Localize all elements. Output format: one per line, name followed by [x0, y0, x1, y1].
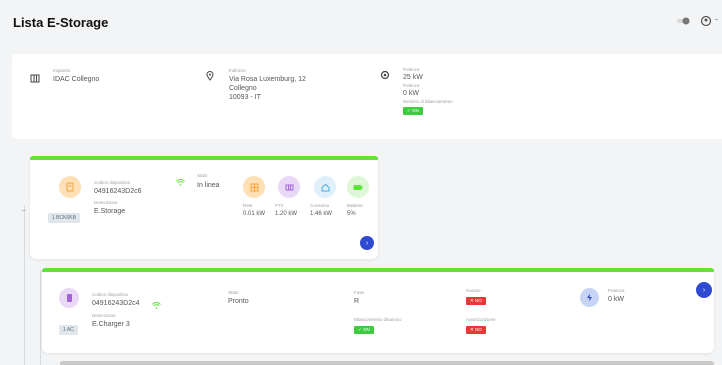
power-value-2: 0 kW [403, 90, 419, 97]
solar-icon [278, 176, 300, 198]
address-label: Indirizzo [229, 68, 246, 73]
tree-line [24, 205, 25, 365]
metric-battery-value: 5% [347, 211, 356, 217]
charger-code: 04916243D2c4 [92, 300, 140, 307]
storage-card-status-bar [30, 156, 378, 160]
site-info-card: Impianto IDAC Collegno Indirizzo Via Ros… [12, 54, 722, 139]
storage-code: 04916243D2c6 [94, 188, 142, 195]
next-card-peek [60, 361, 714, 365]
tree-connector [22, 210, 26, 211]
wifi-icon [176, 173, 185, 191]
power-label-2: Potenza [403, 83, 420, 88]
storage-card[interactable]: 1 BCK6KB Codice dispositivo 04916243D2c6… [30, 156, 378, 259]
address-line1: Via Rosa Luxemburg, 12 [229, 76, 306, 83]
charger-power: 0 kW [608, 296, 624, 303]
storage-desc-label: Descrizione [94, 200, 118, 205]
charger-fault-label: Guasto [466, 288, 481, 293]
location-pin-icon [206, 68, 214, 86]
metric-battery-label: Batteria [347, 203, 363, 208]
storage-details-button[interactable]: › [360, 236, 374, 250]
battery-icon [347, 176, 369, 198]
home-icon [314, 176, 336, 198]
charger-wifi-icon [152, 296, 161, 314]
charger-balance-badge: ✓ ON [354, 326, 374, 334]
charger-fault-badge: ✕ NO [466, 297, 486, 305]
site-label: Impianto [53, 68, 71, 73]
charger-auth-label: Autorizzazione [466, 317, 496, 322]
charger-balance-label: Bilanciamento dinamico [354, 317, 402, 322]
charger-auth-badge: ✕ NO [466, 326, 486, 334]
storage-device-icon [59, 176, 81, 198]
metric-grid-value: 0.01 kW [243, 211, 266, 217]
storage-code-label: Codice dispositivo [94, 180, 131, 185]
charger-device-icon [59, 288, 79, 308]
balance-status-badge: ✓ ON [403, 107, 423, 115]
building-icon [30, 70, 40, 88]
metric-solar-label: FTV [275, 203, 284, 208]
charger-phase: R [354, 298, 360, 305]
storage-desc: E.Storage [94, 208, 126, 215]
header-menu-icon[interactable]: - [715, 14, 718, 24]
toggle-icon[interactable] [676, 16, 690, 29]
charger-card-status-bar [42, 268, 714, 272]
storage-tag: 1 BCK6KB [48, 213, 80, 223]
power-label: Potenza [403, 67, 420, 72]
charger-card[interactable]: 1 AC Codice dispositivo 04916243D2c4 Des… [42, 268, 714, 353]
power-bolt-icon [580, 288, 599, 307]
user-icon[interactable] [700, 15, 712, 30]
balance-service-label: Servizio di bilanciamento [403, 99, 453, 104]
charger-desc-label: Descrizione [92, 313, 116, 318]
charger-state: Pronto [228, 298, 249, 305]
power-value: 25 kW [403, 74, 423, 81]
metric-solar-value: 1.20 kW [275, 211, 298, 217]
storage-state: In linea [197, 182, 220, 189]
storage-state-label: Stato [197, 173, 208, 178]
charger-details-button[interactable]: › [696, 282, 712, 298]
metric-home-label: Consumo [310, 203, 330, 208]
metric-grid-label: Rete [243, 203, 253, 208]
charger-power-label: Potenza [608, 288, 625, 293]
charger-phase-label: Fase [354, 290, 365, 295]
tree-line-child [40, 270, 41, 365]
page-title: Lista E-Storage [13, 15, 109, 30]
charger-state-label: Stato [228, 290, 239, 295]
metric-home-value: 1.46 kW [310, 211, 333, 217]
site-value: IDAC Collegno [53, 76, 100, 83]
address-line2: Collegno [229, 85, 257, 92]
charger-tag: 1 AC [59, 325, 78, 335]
charger-code-label: Codice dispositivo [92, 292, 129, 297]
address-line3: 10093 - IT [229, 94, 261, 101]
charger-desc: E.Charger 3 [92, 321, 130, 328]
gear-icon [380, 67, 390, 85]
grid-icon [243, 176, 265, 198]
